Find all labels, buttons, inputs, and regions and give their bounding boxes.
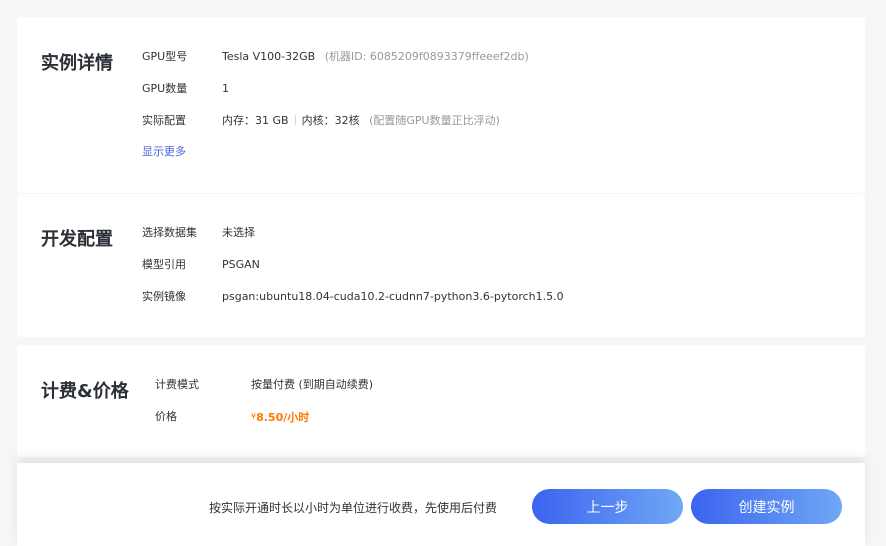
- memory-value: 内存：31 GB: [222, 114, 289, 127]
- dataset-label: 选择数据集: [142, 226, 197, 239]
- instance-details-title: 实例详情: [41, 53, 113, 74]
- gpu-model-label: GPU型号: [142, 50, 188, 63]
- price-value: 8.50/小时: [256, 411, 310, 424]
- price-value-group: ¥8.50/小时: [251, 409, 309, 426]
- gpu-count-label: GPU数量: [142, 82, 188, 95]
- footer-bar: 按实际开通时长以小时为单位进行收费，先使用后付费 上一步 创建实例: [17, 463, 865, 546]
- config-value-group: 内存：31 GB 内核：32核 (配置随GPU数量正比浮动): [222, 113, 500, 129]
- model-value: PSGAN: [222, 258, 260, 271]
- image-value: psgan:ubuntu18.04-cuda10.2-cudnn7-python…: [222, 290, 564, 303]
- billing-mode-label: 计费模式: [155, 378, 199, 391]
- cores-value: 内核：32核: [301, 114, 360, 127]
- gpu-count-value: 1: [222, 82, 229, 95]
- divider: [294, 115, 296, 125]
- billing-title: 计费&价格: [41, 381, 129, 402]
- billing-mode-value: 按量付费 (到期自动续费): [251, 378, 374, 391]
- config-note: (配置随GPU数量正比浮动): [369, 114, 500, 127]
- billing-note: 按实际开通时长以小时为单位进行收费，先使用后付费: [209, 501, 498, 515]
- machine-id: (机器ID: 6085209f0893379ffeeef2db): [324, 50, 529, 63]
- gpu-model-value: Tesla V100-32GB: [222, 50, 316, 63]
- price-label: 价格: [155, 410, 177, 423]
- show-more-link[interactable]: 显示更多: [142, 145, 186, 158]
- model-label: 模型引用: [142, 258, 186, 271]
- create-instance-button[interactable]: 创建实例: [691, 489, 842, 524]
- config-label: 实际配置: [142, 114, 186, 127]
- dev-config-title: 开发配置: [41, 229, 113, 250]
- previous-step-button[interactable]: 上一步: [532, 489, 683, 524]
- image-label: 实例镜像: [142, 290, 186, 303]
- billing-card: 计费&价格 计费模式 按量付费 (到期自动续费) 价格 ¥8.50/小时: [17, 345, 865, 457]
- dev-config-card: 开发配置 选择数据集 未选择 模型引用 PSGAN 实例镜像 psgan:ubu…: [17, 194, 865, 337]
- show-more-link-wrap: 显示更多: [142, 144, 186, 160]
- instance-details-card: 实例详情 GPU型号 Tesla V100-32GB (机器ID: 608520…: [17, 17, 865, 193]
- dataset-value: 未选择: [222, 226, 255, 239]
- gpu-model-value-group: Tesla V100-32GB (机器ID: 6085209f0893379ff…: [222, 49, 529, 65]
